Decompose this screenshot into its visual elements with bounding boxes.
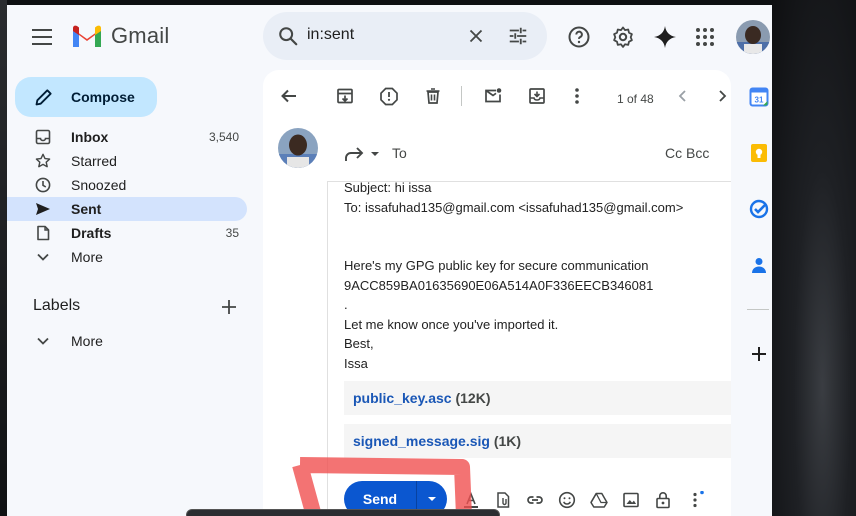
unread-count: 3,540 bbox=[208, 130, 239, 144]
sidebar-item-inbox[interactable]: Inbox 3,540 bbox=[7, 125, 247, 149]
insert-emoji-icon[interactable] bbox=[557, 490, 577, 510]
insert-link-icon[interactable] bbox=[525, 490, 545, 510]
body-line: Best, bbox=[344, 336, 374, 351]
formatting-options-icon[interactable] bbox=[461, 490, 481, 510]
search-bar[interactable] bbox=[263, 12, 547, 60]
labels-more-item[interactable]: More bbox=[7, 329, 247, 353]
attachment-chip[interactable]: public_key.asc (12K) bbox=[344, 381, 731, 415]
to-field-label[interactable]: To bbox=[392, 145, 407, 161]
send-icon bbox=[36, 203, 50, 215]
clear-search-icon[interactable] bbox=[465, 25, 487, 47]
gmail-m-icon bbox=[73, 25, 101, 47]
attach-file-icon[interactable] bbox=[493, 490, 513, 510]
delete-trash-icon[interactable] bbox=[421, 84, 445, 108]
pencil-icon bbox=[35, 89, 52, 106]
reply-type-dropdown-icon[interactable] bbox=[369, 148, 381, 160]
sidebar-item-starred[interactable]: Starred bbox=[7, 149, 247, 173]
body-line: Here's my GPG public key for secure comm… bbox=[344, 258, 649, 273]
message-body[interactable]: Subject: hi issa To: issafuhad135@gmail.… bbox=[344, 178, 683, 373]
newer-chevron-left-icon[interactable] bbox=[671, 84, 695, 108]
sender-avatar[interactable] bbox=[278, 128, 318, 168]
toolbar-divider bbox=[461, 86, 462, 106]
sidebar-nav: Inbox 3,540 Starred Snoozed Sent Drafts … bbox=[7, 125, 247, 269]
message-view: 1 of 48 To Cc Bcc Subject: hi issa To: i… bbox=[263, 70, 731, 516]
more-options-icon[interactable] bbox=[565, 84, 589, 108]
desktop-background-right bbox=[772, 0, 856, 516]
insert-photo-icon[interactable] bbox=[621, 490, 641, 510]
reply-header: To Cc Bcc bbox=[327, 132, 731, 180]
side-panel-divider bbox=[747, 309, 769, 310]
body-line: Issa bbox=[344, 355, 368, 371]
search-options-icon[interactable] bbox=[507, 25, 529, 47]
sidebar-item-label: Inbox bbox=[71, 129, 109, 145]
chevron-down-icon bbox=[37, 337, 49, 345]
body-line: . bbox=[344, 297, 348, 312]
sidebar-item-snoozed[interactable]: Snoozed bbox=[7, 173, 247, 197]
body-line: 9ACC859BA01635690E06A514A0F336EECB346081 bbox=[344, 277, 654, 293]
screen-bottom-overlay-bar bbox=[186, 509, 500, 516]
draft-icon bbox=[37, 225, 50, 241]
get-addons-plus-icon[interactable] bbox=[749, 344, 769, 364]
compose-button[interactable]: Compose bbox=[15, 77, 157, 117]
search-icon[interactable] bbox=[277, 25, 299, 47]
chevron-down-icon bbox=[37, 253, 49, 261]
body-line: Subject: hi issa bbox=[344, 180, 432, 195]
confidential-mode-icon[interactable] bbox=[653, 490, 673, 510]
body-line: Let me know once you've imported it. bbox=[344, 316, 559, 332]
help-icon[interactable] bbox=[566, 24, 592, 50]
sidebar-item-label: Drafts bbox=[71, 225, 112, 241]
older-chevron-right-icon[interactable] bbox=[710, 84, 731, 108]
sidebar-item-drafts[interactable]: Drafts 35 bbox=[7, 221, 247, 245]
reply-quote-line bbox=[327, 181, 328, 516]
snooze-move-icon[interactable] bbox=[525, 84, 549, 108]
labels-more-label: More bbox=[71, 333, 103, 349]
body-line: To: issafuhad135@gmail.com <issafuhad135… bbox=[344, 199, 684, 215]
attachment-size: (1K) bbox=[493, 433, 522, 449]
apps-grid-icon[interactable] bbox=[692, 24, 718, 50]
gmail-app: Gmail Compose Inbox 3,540 Starre bbox=[7, 5, 772, 516]
body-line bbox=[344, 217, 683, 237]
report-spam-icon[interactable] bbox=[377, 84, 401, 108]
labels-heading: Labels bbox=[33, 297, 81, 314]
gmail-logo[interactable]: Gmail bbox=[71, 23, 169, 49]
account-avatar[interactable] bbox=[736, 20, 770, 54]
google-keep-icon[interactable] bbox=[749, 143, 769, 163]
attachment-name[interactable]: public_key.asc (12K) bbox=[353, 390, 490, 406]
google-drive-icon[interactable] bbox=[589, 490, 609, 510]
star-icon bbox=[35, 153, 51, 168]
gmail-logo-text: Gmail bbox=[111, 23, 170, 48]
pagination-text: 1 of 48 bbox=[617, 92, 654, 106]
sidebar-item-more[interactable]: More bbox=[7, 245, 247, 269]
back-arrow-icon[interactable] bbox=[277, 84, 301, 108]
search-input[interactable] bbox=[307, 26, 447, 44]
more-send-options-icon[interactable] bbox=[685, 490, 705, 510]
add-label-icon[interactable] bbox=[219, 297, 239, 317]
google-contacts-icon[interactable] bbox=[749, 255, 769, 275]
svg-text:31: 31 bbox=[755, 96, 764, 105]
clock-icon bbox=[35, 177, 51, 193]
archive-icon[interactable] bbox=[333, 84, 357, 108]
compose-label: Compose bbox=[71, 89, 135, 105]
google-tasks-icon[interactable] bbox=[749, 199, 769, 219]
inbox-icon bbox=[35, 129, 51, 145]
attachment-chip[interactable]: signed_message.sig (1K) bbox=[344, 424, 731, 458]
desktop-background-left bbox=[0, 0, 7, 516]
sidebar-item-sent[interactable]: Sent bbox=[7, 197, 247, 221]
settings-gear-icon[interactable] bbox=[610, 24, 636, 50]
body-line bbox=[344, 237, 683, 257]
sidebar-item-label: Sent bbox=[71, 201, 102, 217]
attachment-size: (12K) bbox=[455, 390, 491, 406]
sidebar-item-label: Snoozed bbox=[71, 177, 127, 193]
sidebar-item-label: Starred bbox=[71, 153, 117, 169]
drafts-count: 35 bbox=[225, 226, 239, 240]
forward-arrow-icon[interactable] bbox=[343, 144, 365, 166]
sidebar-item-label: More bbox=[71, 249, 103, 265]
google-calendar-icon[interactable]: 31 bbox=[749, 87, 769, 107]
cc-bcc-link[interactable]: Cc Bcc bbox=[665, 145, 709, 161]
main-menu-button[interactable] bbox=[29, 25, 55, 49]
attachment-name[interactable]: signed_message.sig (1K) bbox=[353, 433, 521, 449]
gemini-sparkle-icon[interactable] bbox=[652, 24, 678, 50]
mark-unread-icon[interactable] bbox=[481, 84, 505, 108]
